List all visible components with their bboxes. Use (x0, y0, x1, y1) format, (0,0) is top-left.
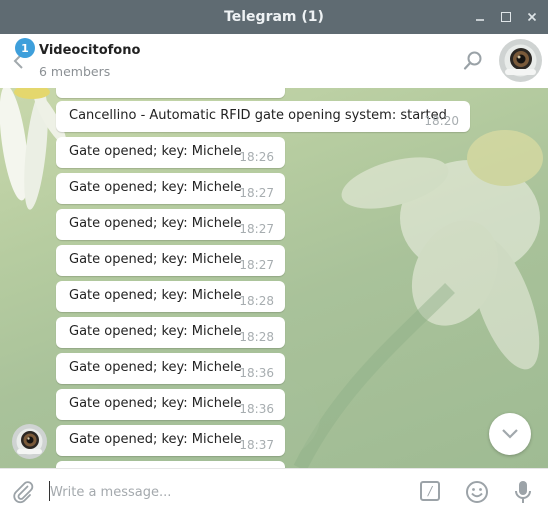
message-text: Cancellino - Automatic RFID gate opening… (69, 108, 447, 123)
message-time: 18:27 (239, 258, 274, 272)
message-bubble[interactable]: Gate opened; key: Michele 18:27 (56, 173, 285, 204)
chat-title[interactable]: Videocitofono (39, 43, 140, 58)
window-titlebar: Telegram (1) (0, 0, 548, 34)
message-text: Gate opened; key: Michele (69, 144, 242, 159)
message-bubble-partial[interactable] (56, 461, 285, 468)
message-text: Gate opened; key: Michele (69, 324, 242, 339)
message-time: 18:37 (239, 438, 274, 452)
message-time: 18:27 (239, 222, 274, 236)
maximize-icon[interactable] (500, 11, 512, 23)
message-bubble[interactable]: Gate opened; key: Michele 18:36 (56, 353, 285, 384)
message-list[interactable]: Cancellino - Automatic RFID gate opening… (0, 88, 548, 468)
search-icon[interactable] (462, 50, 484, 72)
group-avatar[interactable] (499, 39, 542, 82)
message-time: 18:27 (239, 186, 274, 200)
message-bubble[interactable]: Cancellino - Automatic RFID gate opening… (56, 101, 470, 132)
window-controls (474, 0, 538, 34)
message-composer: / (0, 468, 548, 514)
telegram-window: Telegram (1) 1 Videocitofono 6 members C… (0, 0, 548, 514)
message-time: 18:28 (239, 294, 274, 308)
window-title: Telegram (1) (224, 9, 324, 25)
message-text: Gate opened; key: Michele (69, 360, 242, 375)
chat-header: 1 Videocitofono 6 members (0, 34, 548, 89)
message-text: Gate opened; key: Michele (69, 432, 242, 447)
message-time: 18:36 (239, 402, 274, 416)
message-bubble[interactable]: Gate opened; key: Michele 18:28 (56, 281, 285, 312)
sender-avatar[interactable] (12, 424, 47, 459)
message-bubble[interactable]: Gate opened; key: Michele 18:37 (56, 425, 285, 456)
message-time: 18:28 (239, 330, 274, 344)
chevron-down-icon (502, 429, 518, 439)
emoji-icon[interactable] (465, 480, 489, 504)
bot-command-icon[interactable]: / (420, 481, 440, 501)
microphone-icon[interactable] (512, 479, 534, 505)
message-input[interactable] (50, 481, 390, 503)
message-bubble[interactable]: Gate opened; key: Michele 18:28 (56, 317, 285, 348)
message-bubble[interactable]: Gate opened; key: Michele 18:27 (56, 209, 285, 240)
message-text: Gate opened; key: Michele (69, 180, 242, 195)
message-text: Gate opened; key: Michele (69, 396, 242, 411)
message-time: 18:36 (239, 366, 274, 380)
message-bubble[interactable]: Gate opened; key: Michele 18:36 (56, 389, 285, 420)
message-bubble[interactable]: Gate opened; key: Michele 18:26 (56, 137, 285, 168)
message-text: Gate opened; key: Michele (69, 288, 242, 303)
minimize-icon[interactable] (474, 11, 486, 23)
scroll-down-button[interactable] (489, 413, 531, 455)
message-time: 18:20 (424, 114, 459, 128)
close-icon[interactable] (526, 11, 538, 23)
message-text: Gate opened; key: Michele (69, 252, 242, 267)
paperclip-icon[interactable] (11, 480, 35, 504)
message-bubble[interactable]: Gate opened; key: Michele 18:27 (56, 245, 285, 276)
message-bubble-partial[interactable] (56, 88, 285, 98)
chat-member-count: 6 members (39, 64, 111, 79)
message-text: Gate opened; key: Michele (69, 216, 242, 231)
unread-badge: 1 (15, 38, 35, 58)
message-time: 18:26 (239, 150, 274, 164)
